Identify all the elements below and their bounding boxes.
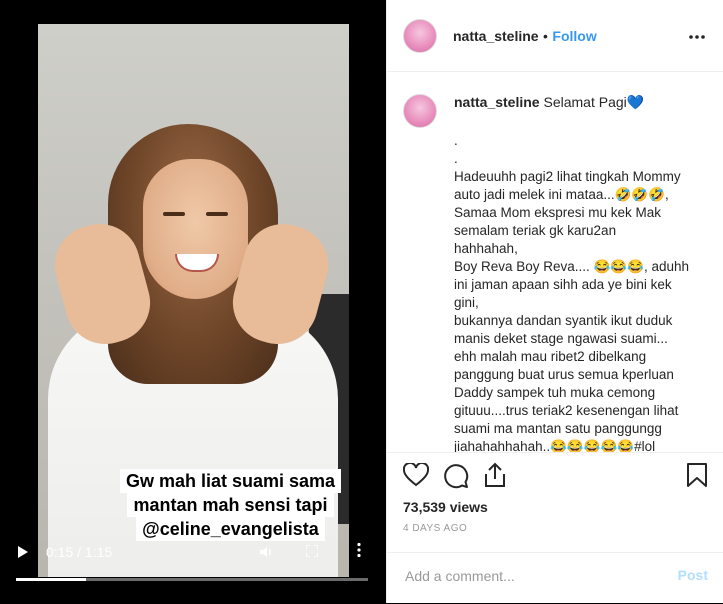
caption-line: gini, <box>454 295 479 310</box>
video-player[interactable]: Gw mah liat suami sama mantan mah sensi … <box>38 24 349 577</box>
comment-bar: Post <box>387 552 723 604</box>
comment-input[interactable] <box>403 567 647 585</box>
fullscreen-icon[interactable] <box>305 544 319 558</box>
video-more-icon[interactable] <box>356 542 362 558</box>
video-person-eye <box>163 212 185 216</box>
video-caption-line: mantan mah sensi tapi <box>127 493 334 517</box>
caption-first-line: Selamat Pagi💙 <box>543 94 645 110</box>
caption-line: manis deket stage ngawasi suami... <box>454 331 668 346</box>
post-timestamp[interactable]: 4 DAYS AGO <box>403 523 467 534</box>
caption-line: ini jaman apaan sihh ada ye bini kek <box>454 277 672 292</box>
caption-line: . <box>454 151 458 166</box>
play-icon[interactable] <box>18 546 28 558</box>
caption-line: panggung buat urus semua kperluan <box>454 367 674 382</box>
video-pane: Gw mah liat suami sama mantan mah sensi … <box>0 0 386 603</box>
caption-line: jiahahahhahah..😂😂😂😂😂#lol <box>454 439 656 452</box>
caption-line: auto jadi melek ini mataa...🤣🤣🤣, <box>454 187 669 202</box>
video-controls: 0:15 / 1:15 <box>0 538 386 578</box>
share-icon[interactable] <box>483 462 507 493</box>
caption-line: suami ma mantan satu panggungg <box>454 421 662 436</box>
post-sidebar: natta_steline • Follow natta_steline Sel… <box>386 0 723 603</box>
caption-line: Samaa Mom ekspresi mu kek Mak <box>454 205 662 220</box>
caption-line: Daddy sampek tuh muka cemong <box>454 385 656 400</box>
video-caption-line: Gw mah liat suami sama <box>119 469 342 493</box>
post-caption-area: natta_steline Selamat Pagi💙 .. Hadeuuhh p… <box>387 72 723 452</box>
video-time: 0:15 / 1:15 <box>46 544 113 560</box>
post-actions: 73,539 views 4 DAYS AGO <box>387 452 723 553</box>
more-options-icon[interactable] <box>688 30 706 40</box>
header-username[interactable]: natta_steline <box>453 28 539 44</box>
caption-line: semalam teriak gk karu2an <box>454 223 617 238</box>
caption-line: Boy Reva Boy Reva.... 😂😂😂, aduhh <box>454 259 690 274</box>
caption-line: hahhahah, <box>454 241 518 256</box>
caption-line: . <box>454 133 458 148</box>
video-person-face <box>143 159 248 299</box>
caption-line: gituuu....trus teriak2 kesenengan lihat <box>454 403 679 418</box>
save-icon[interactable] <box>686 462 708 493</box>
view-count[interactable]: 73,539 views <box>403 499 488 515</box>
caption-username[interactable]: natta_steline <box>454 94 540 110</box>
avatar[interactable] <box>403 19 437 53</box>
volume-icon[interactable] <box>258 544 274 564</box>
caption-line: Hadeuuhh pagi2 lihat tingkah Mommy <box>454 169 681 184</box>
video-person-eye <box>206 212 228 216</box>
comment-icon[interactable] <box>443 463 469 494</box>
post-header: natta_steline • Follow <box>387 0 723 72</box>
caption-line: bukannya dandan syantik ikut duduk <box>454 313 673 328</box>
video-progress-fill <box>16 578 87 581</box>
video-caption-overlay: Gw mah liat suami sama mantan mah sensi … <box>113 469 348 541</box>
caption-text: .. Hadeuuhh pagi2 lihat tingkah Mommy auto… <box>454 132 694 452</box>
follow-button[interactable]: Follow <box>552 28 596 44</box>
caption-avatar[interactable] <box>403 94 437 128</box>
header-separator: • <box>543 28 548 44</box>
caption-line: ehh malah mau ribet2 dibelkang <box>454 349 647 364</box>
caption-header: natta_steline Selamat Pagi💙 <box>454 94 644 111</box>
video-progress-bar[interactable] <box>16 578 368 581</box>
post-comment-button[interactable]: Post <box>678 567 708 583</box>
like-icon[interactable] <box>402 461 430 492</box>
